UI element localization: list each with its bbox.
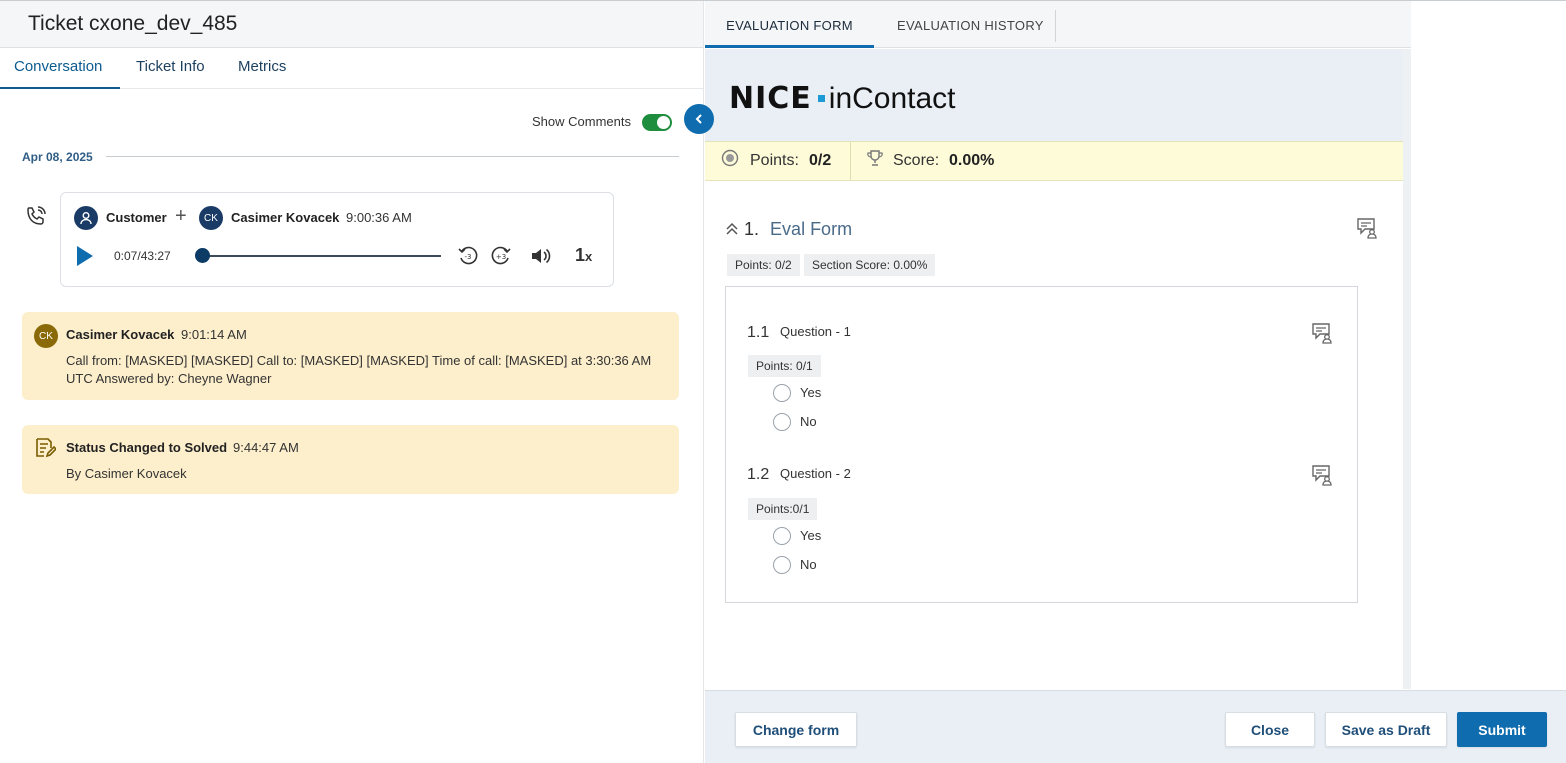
tab-ticket-info[interactable]: Ticket Info	[136, 48, 205, 89]
question-number: 1.2	[747, 466, 770, 483]
close-button[interactable]: Close	[1225, 712, 1315, 747]
logo-dot	[817, 95, 825, 102]
playback-speed-button[interactable]: 1x	[575, 245, 592, 266]
logo-incontact: inContact	[828, 82, 956, 115]
message-body: Call from: [MASKED] [MASKED] Call to: [M…	[66, 353, 652, 386]
score-divider	[850, 142, 851, 180]
radio-no[interactable]	[773, 413, 791, 431]
score-label: Score:	[893, 152, 940, 169]
phone-call-icon	[27, 206, 46, 225]
edit-note-icon	[36, 438, 56, 458]
double-chevron-up-icon[interactable]	[725, 222, 739, 236]
score-value: 0.00%	[949, 152, 995, 169]
question-points-chip: Points: 0/1	[748, 355, 821, 377]
score-summary-bar: Points: 0/2 Score: 0.00%	[705, 141, 1403, 181]
radio-yes[interactable]	[773, 527, 791, 545]
app-window: Ticket cxone_dev_485 Conversation Ticket…	[0, 0, 1566, 763]
question-title: Question - 2	[780, 466, 851, 481]
message-card: CK Casimer Kovacek 9:01:14 AM Call from:…	[22, 312, 679, 400]
radio-no[interactable]	[773, 556, 791, 574]
question-comment-icon[interactable]	[1311, 322, 1333, 344]
status-change-time: 9:44:47 AM	[233, 440, 299, 455]
tab-conversation[interactable]: Conversation	[0, 48, 120, 89]
section-number: 1.	[744, 219, 760, 239]
page-title: Ticket cxone_dev_485	[28, 12, 238, 35]
plus-icon: +	[175, 205, 187, 227]
message-time: 9:01:14 AM	[181, 327, 247, 342]
agent-avatar: CK	[199, 206, 223, 230]
question-comment-icon[interactable]	[1311, 464, 1333, 486]
logo-nice: NICE	[729, 81, 812, 116]
change-form-button[interactable]: Change form	[735, 712, 857, 747]
logo-band: NICE inContact	[705, 49, 1403, 141]
section-title: Eval Form	[770, 219, 853, 239]
chevron-left-icon	[695, 114, 702, 124]
forward-label: +3	[496, 253, 506, 261]
date-separator-label: Apr 08, 2025	[22, 150, 93, 164]
call-start-time: 9:00:36 AM	[346, 210, 412, 225]
empty-area	[1411, 1, 1566, 690]
submit-button[interactable]: Submit	[1457, 712, 1547, 747]
question-title: Question - 1	[780, 324, 851, 339]
tab-evaluation-history[interactable]: EVALUATION HISTORY	[897, 1, 1044, 48]
radio-no-label: No	[800, 557, 817, 572]
tab-divider	[1055, 10, 1056, 42]
forward-3s-icon[interactable]: +3	[490, 245, 512, 267]
question-number: 1.1	[747, 324, 770, 341]
status-change-title: Status Changed to Solved	[66, 440, 228, 455]
radio-yes-label: Yes	[800, 385, 822, 400]
nice-incontact-logo: NICE inContact	[729, 79, 956, 116]
save-draft-button[interactable]: Save as Draft	[1325, 712, 1447, 747]
volume-icon[interactable]	[529, 245, 551, 267]
tab-evaluation-form[interactable]: EVALUATION FORM	[705, 1, 874, 48]
form-scrollbar[interactable]	[1403, 49, 1411, 689]
points-value: 0/2	[809, 152, 832, 169]
show-comments-toggle[interactable]	[642, 114, 672, 131]
evaluation-tabs: EVALUATION FORM EVALUATION HISTORY	[705, 1, 1411, 48]
conversation-tabs: Conversation Ticket Info Metrics	[0, 48, 703, 89]
status-change-card: Status Changed to Solved 9:44:47 AM By C…	[22, 425, 679, 494]
radio-yes[interactable]	[773, 384, 791, 402]
tab-metrics[interactable]: Metrics	[238, 48, 286, 89]
trophy-icon	[867, 150, 883, 166]
questions-box: 1.1 Question - 1 Points: 0/1 Yes No 1.2 …	[725, 286, 1358, 603]
section-points-chip: Points: 0/2	[727, 254, 800, 276]
ticket-header: Ticket cxone_dev_485	[0, 1, 703, 48]
show-comments-label: Show Comments	[532, 114, 631, 129]
conversation-panel: Ticket cxone_dev_485 Conversation Ticket…	[0, 1, 704, 763]
rewind-label: -3	[465, 253, 472, 261]
section-comment-icon[interactable]	[1356, 217, 1378, 239]
message-author-avatar: CK	[34, 324, 58, 348]
participant-customer: Customer	[106, 210, 167, 225]
evaluation-panel: EVALUATION FORM EVALUATION HISTORY NICE i…	[705, 1, 1566, 763]
person-icon	[80, 212, 92, 225]
date-separator-line	[106, 156, 679, 157]
status-change-body: By Casimer Kovacek	[66, 466, 187, 481]
playback-position: 0:07/43:27	[114, 249, 171, 263]
rewind-3s-icon[interactable]: -3	[457, 245, 479, 267]
call-recording-card: Customer + CK Casimer Kovacek 9:00:36 AM…	[60, 192, 614, 287]
customer-avatar	[74, 206, 98, 230]
playback-progress-handle[interactable]	[194, 248, 210, 263]
playback-speed-suffix: x	[585, 249, 593, 264]
play-button[interactable]	[77, 246, 93, 266]
radio-no-label: No	[800, 414, 817, 429]
points-icon	[721, 149, 739, 167]
points-label: Points:	[750, 152, 799, 169]
playback-progress-track[interactable]	[201, 255, 441, 257]
message-author: Casimer Kovacek	[66, 327, 175, 342]
evaluation-form-scroll-area: NICE inContact Points: 0/2 Score: 0.00%	[705, 49, 1403, 689]
section-header[interactable]: 1. Eval Form	[725, 219, 852, 240]
collapse-panel-button[interactable]	[684, 104, 714, 134]
question-points-chip: Points:0/1	[748, 498, 818, 520]
section-score-chip: Section Score: 0.00%	[804, 254, 936, 276]
participant-agent: Casimer Kovacek	[231, 210, 340, 225]
evaluation-footer: Change form Close Save as Draft Submit	[705, 690, 1566, 763]
playback-speed-value: 1	[575, 245, 586, 265]
radio-yes-label: Yes	[800, 528, 822, 543]
